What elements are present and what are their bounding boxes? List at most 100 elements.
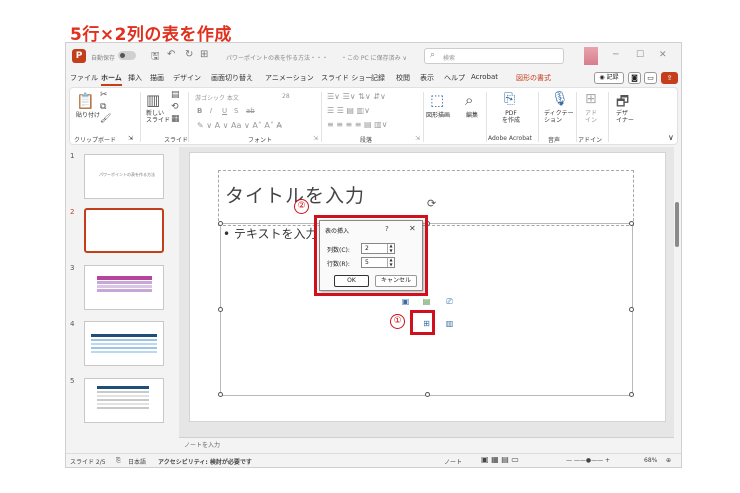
clipboard-launcher-icon[interactable]: ⇲ bbox=[128, 135, 133, 142]
autosave-toggle[interactable] bbox=[118, 51, 136, 60]
tab-design[interactable]: デザイン bbox=[173, 73, 201, 83]
tab-review[interactable]: 校閲 bbox=[396, 73, 410, 83]
language-status[interactable]: 日本語 bbox=[128, 457, 146, 466]
minimize-icon[interactable]: ─ bbox=[613, 50, 618, 60]
notes-pane[interactable]: ノートを入力 bbox=[179, 437, 674, 451]
tab-insert[interactable]: 挿入 bbox=[128, 73, 142, 83]
resize-handle[interactable] bbox=[425, 392, 430, 397]
paste-icon[interactable]: 📋 bbox=[76, 92, 95, 110]
avatar[interactable] bbox=[584, 47, 598, 65]
tab-file[interactable]: ファイル bbox=[70, 73, 98, 83]
copy-icon[interactable]: ⧉ bbox=[100, 102, 106, 112]
slide-number: 5 bbox=[70, 377, 75, 385]
font-size-select[interactable]: 28 bbox=[282, 93, 290, 100]
maximize-icon[interactable]: ☐ bbox=[636, 50, 644, 60]
italic-button[interactable]: I bbox=[210, 107, 212, 115]
save-icon[interactable]: 🖫 bbox=[151, 49, 160, 66]
resize-handle[interactable] bbox=[218, 392, 223, 397]
zoom-level[interactable]: 68% bbox=[644, 457, 657, 464]
resize-handle[interactable] bbox=[218, 221, 223, 226]
indent-icon[interactable]: ☰ ☰ ▤ ▥∨ bbox=[327, 106, 370, 115]
scrollbar-thumb[interactable] bbox=[675, 202, 679, 247]
comment-icon[interactable]: ▭ bbox=[644, 72, 657, 84]
layout-icon[interactable]: ▤ bbox=[171, 90, 180, 100]
view-buttons-icon[interactable]: ▣ ▦ ▤ ▭ bbox=[481, 455, 519, 464]
tab-view[interactable]: 表示 bbox=[420, 73, 434, 83]
addin-icon[interactable]: ⊞ bbox=[585, 91, 597, 107]
section-icon[interactable]: ▦ bbox=[171, 114, 180, 124]
tab-draw[interactable]: 描画 bbox=[150, 73, 164, 83]
camera-icon[interactable]: ◙ bbox=[628, 72, 641, 84]
tab-help[interactable]: ヘルプ bbox=[444, 73, 465, 83]
rotate-handle-icon[interactable]: ⟳ bbox=[427, 197, 436, 210]
slide-thumbnail-2[interactable] bbox=[84, 208, 164, 253]
accessibility-status[interactable]: アクセシビリティ: 検討が必要です bbox=[158, 457, 252, 466]
shapes-label[interactable]: 図形描画 bbox=[426, 110, 450, 119]
collapse-ribbon-icon[interactable]: ∨ bbox=[668, 133, 674, 142]
tab-acrobat[interactable]: Acrobat bbox=[471, 73, 498, 81]
cut-icon[interactable]: ✂ bbox=[100, 90, 108, 100]
create-pdf-label[interactable]: PDF を作成 bbox=[502, 110, 520, 124]
record-button[interactable]: ◉ 記録 bbox=[594, 72, 624, 84]
tab-record[interactable]: 記録 bbox=[371, 73, 385, 83]
insert-video-icon[interactable]: ⎚ bbox=[443, 296, 456, 308]
undo-icon[interactable]: ↶ bbox=[167, 49, 175, 60]
save-location[interactable]: ・この PC に保存済み ∨ bbox=[341, 53, 407, 62]
insert-picture-icon[interactable]: ▣ bbox=[399, 296, 412, 308]
close-icon[interactable]: ✕ bbox=[659, 50, 667, 60]
search-placeholder: 検索 bbox=[443, 55, 456, 62]
slide-thumbnail-3[interactable] bbox=[84, 265, 164, 310]
notes-toggle[interactable]: ノート bbox=[444, 457, 462, 466]
microphone-icon[interactable]: 🎙 bbox=[551, 91, 569, 107]
designer-label[interactable]: デザ イナー bbox=[616, 110, 634, 124]
present-icon[interactable]: ⊞ bbox=[200, 49, 208, 60]
vertical-scrollbar[interactable] bbox=[674, 147, 681, 455]
shadow-button[interactable]: S bbox=[234, 107, 238, 115]
tab-slideshow[interactable]: スライド ショー bbox=[321, 73, 372, 83]
tab-animations[interactable]: アニメーション bbox=[265, 73, 314, 83]
resize-handle[interactable] bbox=[218, 307, 223, 312]
align-icon[interactable]: ≡ ≡ ≡ ≡ ▤ ▥∨ bbox=[327, 120, 388, 129]
slide-thumbnail-5[interactable] bbox=[84, 378, 164, 423]
new-slide-icon[interactable]: ▥ bbox=[146, 91, 160, 109]
addin-label[interactable]: アド イン bbox=[585, 110, 597, 124]
edit-label[interactable]: 編集 bbox=[466, 110, 478, 119]
underline-button[interactable]: U bbox=[222, 107, 227, 115]
bold-button[interactable]: B bbox=[197, 107, 202, 115]
font-name-select[interactable]: 游ゴシック 本文 bbox=[195, 93, 239, 102]
pdf-icon[interactable]: ⎘ bbox=[504, 91, 515, 107]
slide-thumbnail-4[interactable] bbox=[84, 321, 164, 366]
spellcheck-icon[interactable]: ⎘ bbox=[116, 457, 121, 465]
slide-thumbnail-1[interactable]: パワーポイントの表を作る方法 bbox=[84, 154, 164, 199]
paragraph-launcher-icon[interactable]: ⇲ bbox=[415, 135, 420, 142]
resize-handle[interactable] bbox=[629, 221, 634, 226]
tab-shape-format[interactable]: 図形の書式 bbox=[516, 73, 551, 83]
fit-to-window-icon[interactable]: ⊕ bbox=[666, 457, 671, 464]
reset-icon[interactable]: ⟲ bbox=[171, 102, 179, 112]
insert-chart-icon[interactable]: ▥ bbox=[443, 318, 456, 330]
redo-icon[interactable]: ↻ bbox=[185, 49, 193, 60]
shapes-icon[interactable]: ⬚ bbox=[430, 91, 444, 109]
search-box[interactable]: ⌕ 検索 bbox=[424, 48, 564, 64]
voice-group-label: 音声 bbox=[548, 137, 561, 144]
step-2-marker: ② bbox=[294, 199, 309, 214]
font-launcher-icon[interactable]: ⇲ bbox=[313, 135, 318, 142]
dictate-label[interactable]: ディクテー ション bbox=[544, 110, 574, 124]
resize-handle[interactable] bbox=[629, 307, 634, 312]
tab-transitions[interactable]: 画面切り替え bbox=[211, 73, 253, 83]
font-group-label: フォント bbox=[248, 137, 273, 144]
document-title: パワーポイントの表を作る方法・・・ bbox=[226, 55, 329, 62]
edit-search-icon[interactable]: ⌕ bbox=[465, 91, 473, 109]
zoom-slider[interactable]: — ——●—— + bbox=[566, 457, 610, 464]
share-button[interactable]: ⇪ bbox=[661, 72, 678, 84]
tab-home[interactable]: ホーム bbox=[101, 73, 122, 86]
thumb-title: パワーポイントの表を作る方法 bbox=[99, 172, 155, 177]
resize-handle[interactable] bbox=[629, 392, 634, 397]
autosave-label: 自動保存 bbox=[91, 55, 116, 62]
insert-stock-image-icon[interactable]: ▤ bbox=[420, 296, 433, 308]
strike-button[interactable]: ab bbox=[246, 107, 255, 115]
font-color-icon[interactable]: ✎ ∨ A ∨ Aa ∨ A˄ A˅ A̶ bbox=[197, 121, 282, 130]
search-icon: ⌕ bbox=[430, 50, 436, 60]
bullets-icon[interactable]: ☰∨ ☰∨ ⇅∨ ⇵∨ bbox=[327, 92, 386, 101]
format-painter-icon[interactable]: 🖌 bbox=[100, 114, 111, 124]
